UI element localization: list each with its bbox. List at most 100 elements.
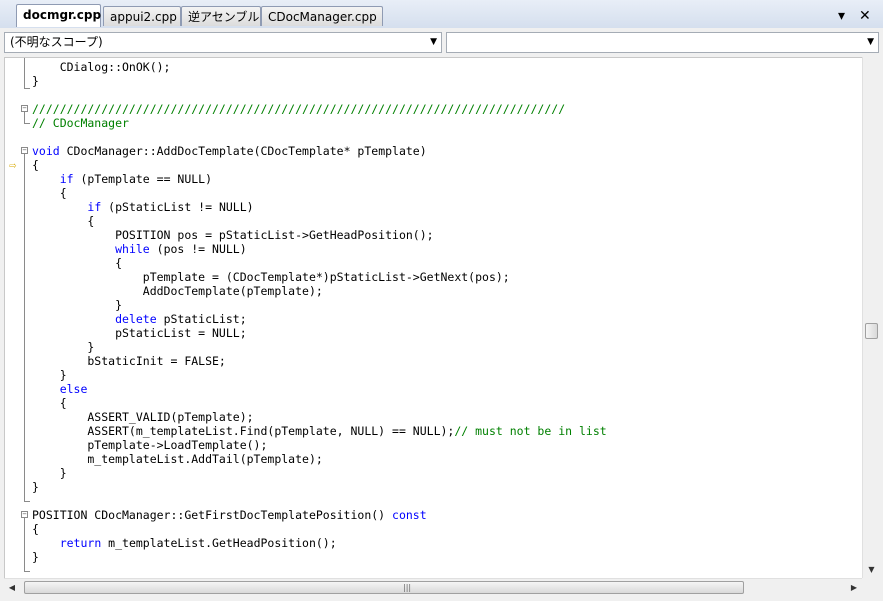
- code-token: ASSERT(m_templateList.Find(pTemplate, NU…: [32, 424, 455, 438]
- code-token: }: [32, 466, 67, 480]
- vertical-scroll-thumb[interactable]: [865, 323, 878, 339]
- navigation-bar: (不明なスコープ) ▼ ▼: [0, 28, 883, 57]
- code-token: pStaticList;: [156, 312, 247, 326]
- code-line: {: [5, 186, 860, 200]
- keyword-token: delete: [115, 312, 157, 326]
- outline-guide-end: [24, 123, 30, 124]
- keyword-token: while: [115, 242, 150, 256]
- code-line: POSITION pos = pStaticList->GetHeadPosit…: [5, 228, 860, 242]
- code-text: if (pStaticList != NULL): [32, 200, 254, 214]
- keyword-token: const: [392, 508, 427, 522]
- code-line: }: [5, 550, 860, 564]
- code-line: pTemplate->LoadTemplate();: [5, 438, 860, 452]
- code-line: CDialog::OnOK();: [5, 60, 860, 74]
- code-token: (pos != NULL): [149, 242, 247, 256]
- scope-dropdown[interactable]: (不明なスコープ) ▼: [4, 32, 442, 53]
- comment-token: ////////////////////////////////////////…: [32, 102, 566, 116]
- keyword-token: if: [87, 200, 102, 214]
- code-text: }: [32, 466, 67, 480]
- code-token: }: [32, 340, 95, 354]
- scroll-right-icon[interactable]: ▶: [846, 579, 862, 596]
- code-line: {: [5, 214, 860, 228]
- code-text: }: [32, 298, 122, 312]
- code-token: AddDocTemplate(pTemplate);: [32, 284, 323, 298]
- tab-disassembly[interactable]: 逆アセンブル: [181, 6, 261, 26]
- code-text: ASSERT(m_templateList.Find(pTemplate, NU…: [32, 424, 607, 438]
- code-text: }: [32, 480, 39, 494]
- code-token: m_templateList.GetHeadPosition();: [101, 536, 337, 550]
- code-token: {: [32, 158, 39, 172]
- code-token: POSITION CDocManager::GetFirstDocTemplat…: [32, 508, 393, 522]
- member-dropdown[interactable]: ▼: [446, 32, 879, 53]
- collapse-icon[interactable]: −: [21, 147, 28, 154]
- code-line: pStaticList = NULL;: [5, 326, 860, 340]
- collapse-icon[interactable]: −: [21, 105, 28, 112]
- tab-docmgr-cpp[interactable]: docmgr.cpp: [16, 4, 101, 27]
- code-text: if (pTemplate == NULL): [32, 172, 212, 186]
- tab-appui2-cpp[interactable]: appui2.cpp: [103, 6, 181, 26]
- code-token: }: [32, 74, 39, 88]
- code-token: pTemplate = (CDocTemplate*)pStaticList->…: [32, 270, 510, 284]
- code-token: pTemplate->LoadTemplate();: [32, 438, 268, 452]
- code-line: }: [5, 466, 860, 480]
- code-token: }: [32, 298, 123, 312]
- keyword-token: else: [59, 382, 88, 396]
- keyword-token: return: [59, 536, 102, 550]
- code-line: }: [5, 340, 860, 354]
- code-text: bStaticInit = FALSE;: [32, 354, 226, 368]
- horizontal-scrollbar[interactable]: ◀ ||| ▶: [4, 578, 862, 596]
- code-text: // CDocManager: [32, 116, 129, 130]
- code-line: if (pTemplate == NULL): [5, 172, 860, 186]
- code-line: − POSITION CDocManager::GetFirstDocTempla…: [5, 508, 860, 522]
- close-icon[interactable]: ✕: [859, 7, 871, 25]
- comment-token: // must not be in list: [454, 424, 607, 438]
- outline-guide: [24, 58, 25, 88]
- outline-guide: [24, 518, 25, 571]
- code-text: POSITION CDocManager::GetFirstDocTemplat…: [32, 508, 427, 522]
- code-line: ⇨{: [5, 158, 860, 172]
- vertical-scrollbar[interactable]: ▼: [862, 57, 880, 578]
- code-text: {: [32, 158, 39, 172]
- code-token: m_templateList.AddTail(pTemplate);: [32, 452, 323, 466]
- code-token: (pStaticList != NULL): [101, 200, 254, 214]
- code-token: }: [32, 550, 39, 564]
- code-text: pTemplate->LoadTemplate();: [32, 438, 267, 452]
- code-line: {: [5, 256, 860, 270]
- document-tab-bar: docmgr.cpp appui2.cpp 逆アセンブル CDocManager…: [0, 0, 883, 29]
- code-line: pTemplate = (CDocTemplate*)pStaticList->…: [5, 270, 860, 284]
- code-line: else: [5, 382, 860, 396]
- code-line: {: [5, 396, 860, 410]
- scrollbar-corner: [862, 578, 879, 595]
- code-text: while (pos != NULL): [32, 242, 247, 256]
- scroll-left-icon[interactable]: ◀: [4, 579, 20, 596]
- code-line: }: [5, 74, 860, 88]
- outline-guide: [24, 112, 25, 123]
- code-line: return m_templateList.GetHeadPosition();: [5, 536, 860, 550]
- tab-cdocmanager-cpp[interactable]: CDocManager.cpp: [261, 6, 383, 26]
- code-token: {: [32, 522, 39, 536]
- code-text: else: [32, 382, 88, 396]
- scroll-down-icon[interactable]: ▼: [863, 561, 880, 578]
- code-token: {: [32, 256, 123, 270]
- keyword-token: void: [32, 144, 60, 158]
- code-text: ////////////////////////////////////////…: [32, 102, 565, 116]
- horizontal-scroll-thumb[interactable]: |||: [24, 581, 744, 594]
- outline-guide-end: [24, 88, 30, 89]
- code-editor[interactable]: CDialog::OnOK();} −//////////////////////…: [4, 57, 863, 579]
- collapse-icon[interactable]: −: [21, 511, 28, 518]
- code-text: m_templateList.AddTail(pTemplate);: [32, 452, 323, 466]
- code-token: CDialog::OnOK();: [32, 60, 171, 74]
- code-text: pStaticList = NULL;: [32, 326, 247, 340]
- outline-guide-end: [24, 501, 30, 502]
- tab-list-dropdown-icon[interactable]: ▾: [838, 7, 845, 25]
- code-token: {: [32, 186, 67, 200]
- code-text: delete pStaticList;: [32, 312, 247, 326]
- code-text: }: [32, 340, 94, 354]
- code-text: }: [32, 368, 67, 382]
- code-line: ASSERT_VALID(pTemplate);: [5, 410, 860, 424]
